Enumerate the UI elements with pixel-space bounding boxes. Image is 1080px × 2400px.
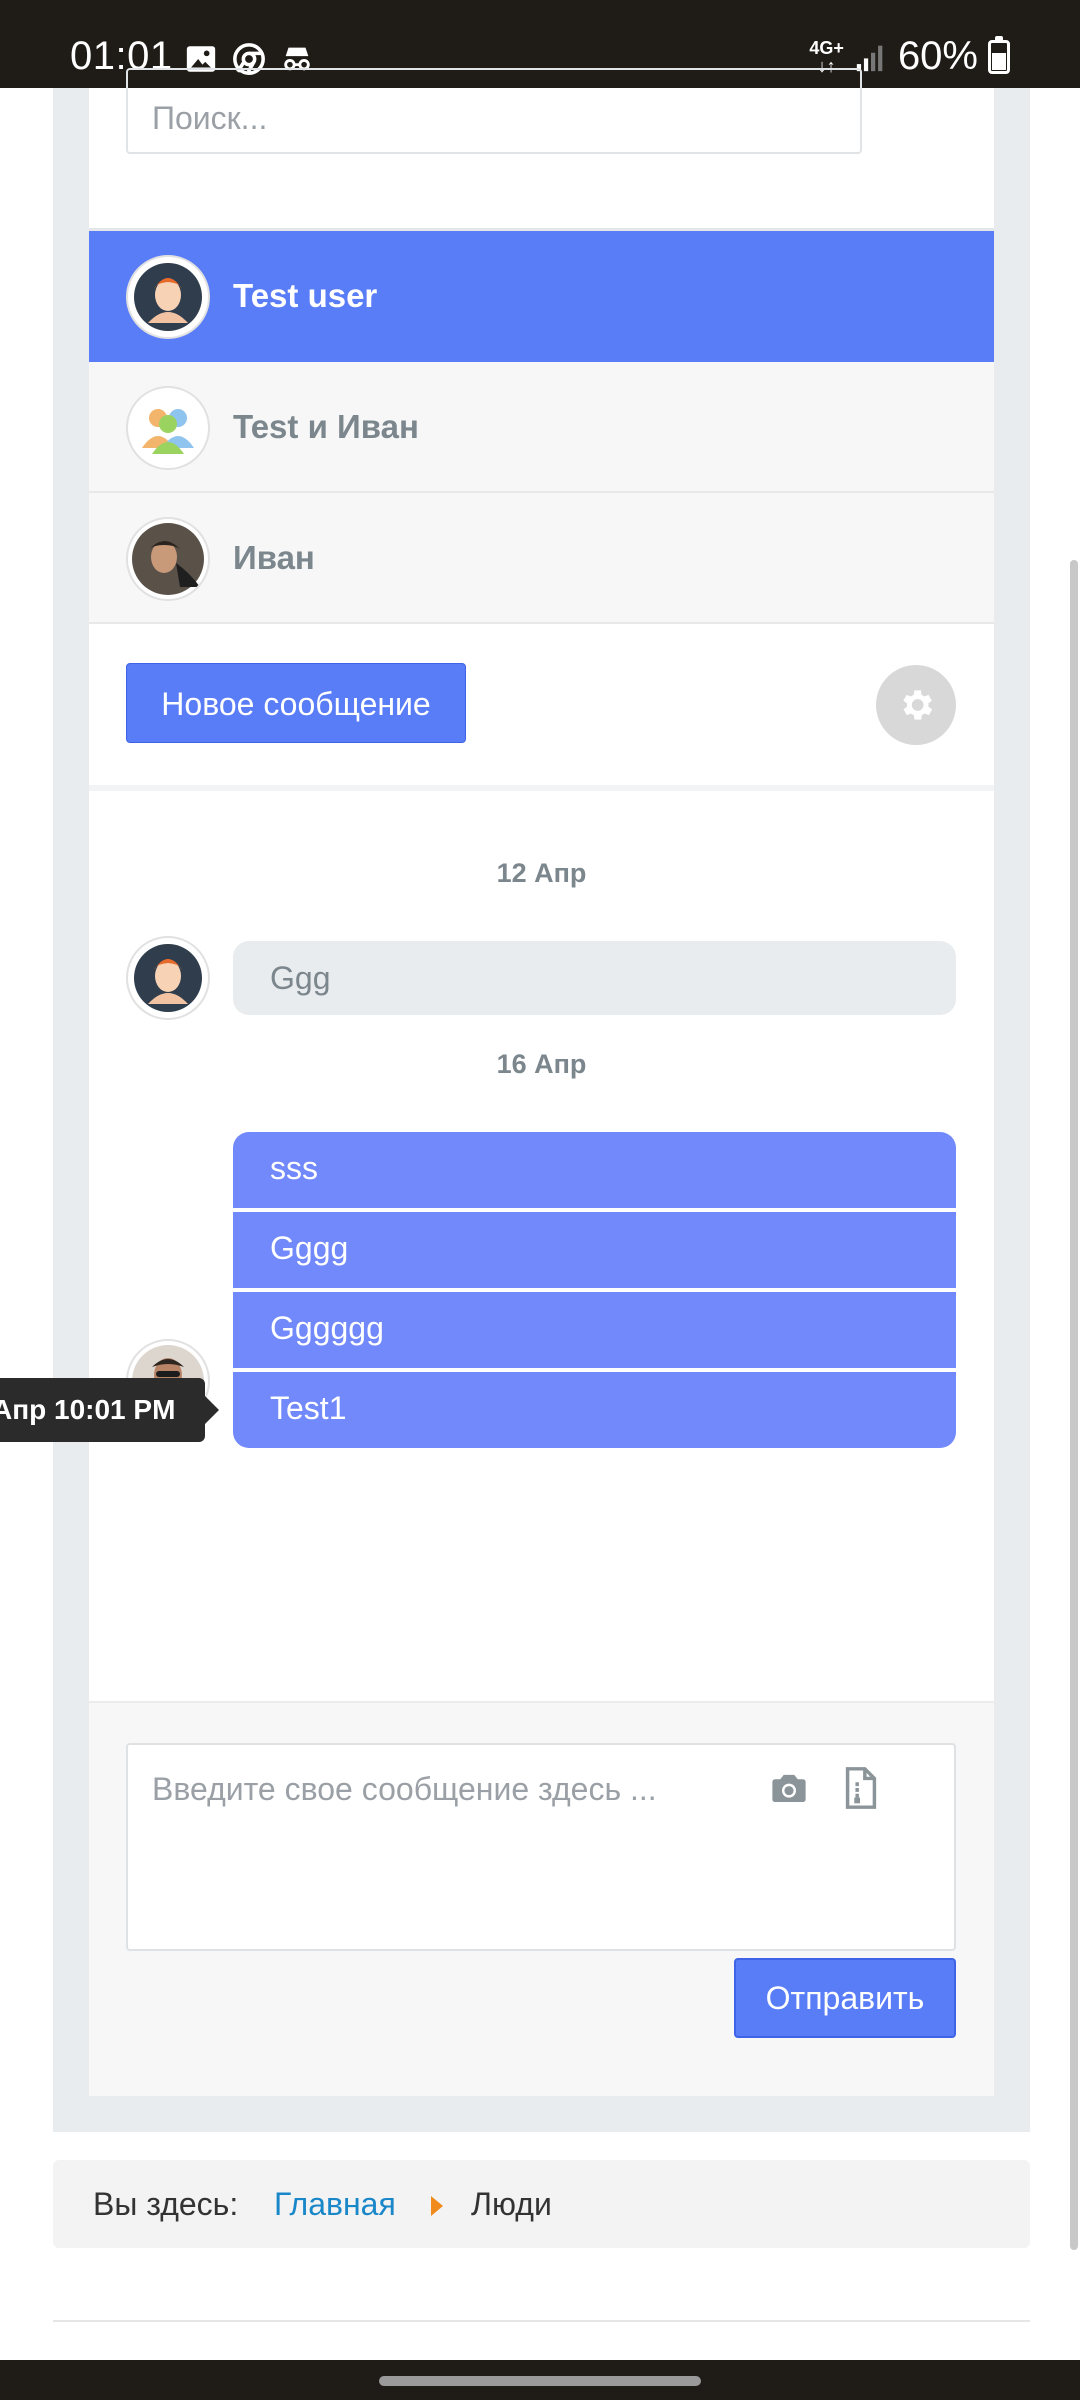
message-bubble-outgoing[interactable]: Gggggg: [233, 1292, 956, 1368]
message-input-placeholder: Введите свое сообщение здесь ...: [152, 1771, 657, 1807]
cartoon-man-avatar: [126, 936, 210, 1020]
message-composer: Введите свое сообщение здесь ... Отправи…: [89, 1701, 994, 2096]
conversation-item-ivan[interactable]: Иван: [89, 493, 994, 624]
conversation-name: Test и Иван: [233, 408, 419, 445]
group-avatar: [126, 386, 210, 470]
message-bubble-outgoing[interactable]: Gggg: [233, 1212, 956, 1288]
conversation-item-test-user[interactable]: Test user: [89, 231, 994, 362]
messenger-panel: Поиск... Test user Test и Иван Иван Ново…: [0, 68, 994, 2096]
settings-button[interactable]: [876, 665, 956, 745]
gear-icon: [903, 690, 933, 720]
message-input[interactable]: Введите свое сообщение здесь ...: [126, 1743, 956, 1951]
tooltip-arrow: [205, 1396, 219, 1424]
divider: [53, 2320, 1030, 2322]
conversation-item-group[interactable]: Test и Иван: [89, 362, 994, 493]
breadcrumb-separator-icon: [431, 2196, 443, 2216]
breadcrumb-prefix: Вы здесь:: [93, 2186, 239, 2222]
date-separator: 12 Апр: [496, 858, 587, 888]
message-thread: 12 Апр Ggg 16 Апр sss Gggg Gggggg Test1 …: [0, 791, 994, 1701]
message-bubble-outgoing[interactable]: sss: [233, 1132, 956, 1208]
battery-percent: 60%: [897, 34, 978, 78]
system-nav-bar: [0, 2360, 1080, 2400]
battery-icon: [988, 35, 1010, 74]
photo-avatar: [126, 517, 210, 601]
message-bubble-outgoing[interactable]: Test1: [233, 1372, 956, 1448]
message-bubble-incoming[interactable]: Ggg: [233, 941, 956, 1015]
camera-icon[interactable]: [768, 1767, 810, 1809]
file-attach-icon[interactable]: [841, 1765, 881, 1811]
breadcrumb-home-link[interactable]: Главная: [274, 2186, 396, 2223]
conversation-toolbar: Новое сообщение: [89, 625, 994, 791]
breadcrumb: Вы здесь: Главная Люди: [53, 2160, 1030, 2248]
send-button[interactable]: Отправить: [734, 1958, 956, 2038]
home-gesture-handle[interactable]: [379, 2376, 701, 2386]
new-message-button[interactable]: Новое сообщение: [126, 663, 466, 743]
scrollbar[interactable]: [1070, 560, 1078, 2250]
conversation-name: Test user: [233, 277, 378, 314]
cartoon-man-avatar: [126, 255, 210, 339]
timestamp-tooltip: Апр 10:01 PM: [0, 1378, 205, 1442]
conversation-name: Иван: [233, 539, 315, 576]
search-input[interactable]: Поиск...: [126, 68, 862, 154]
date-separator: 16 Апр: [496, 1049, 587, 1079]
breadcrumb-current: Люди: [471, 2186, 552, 2222]
